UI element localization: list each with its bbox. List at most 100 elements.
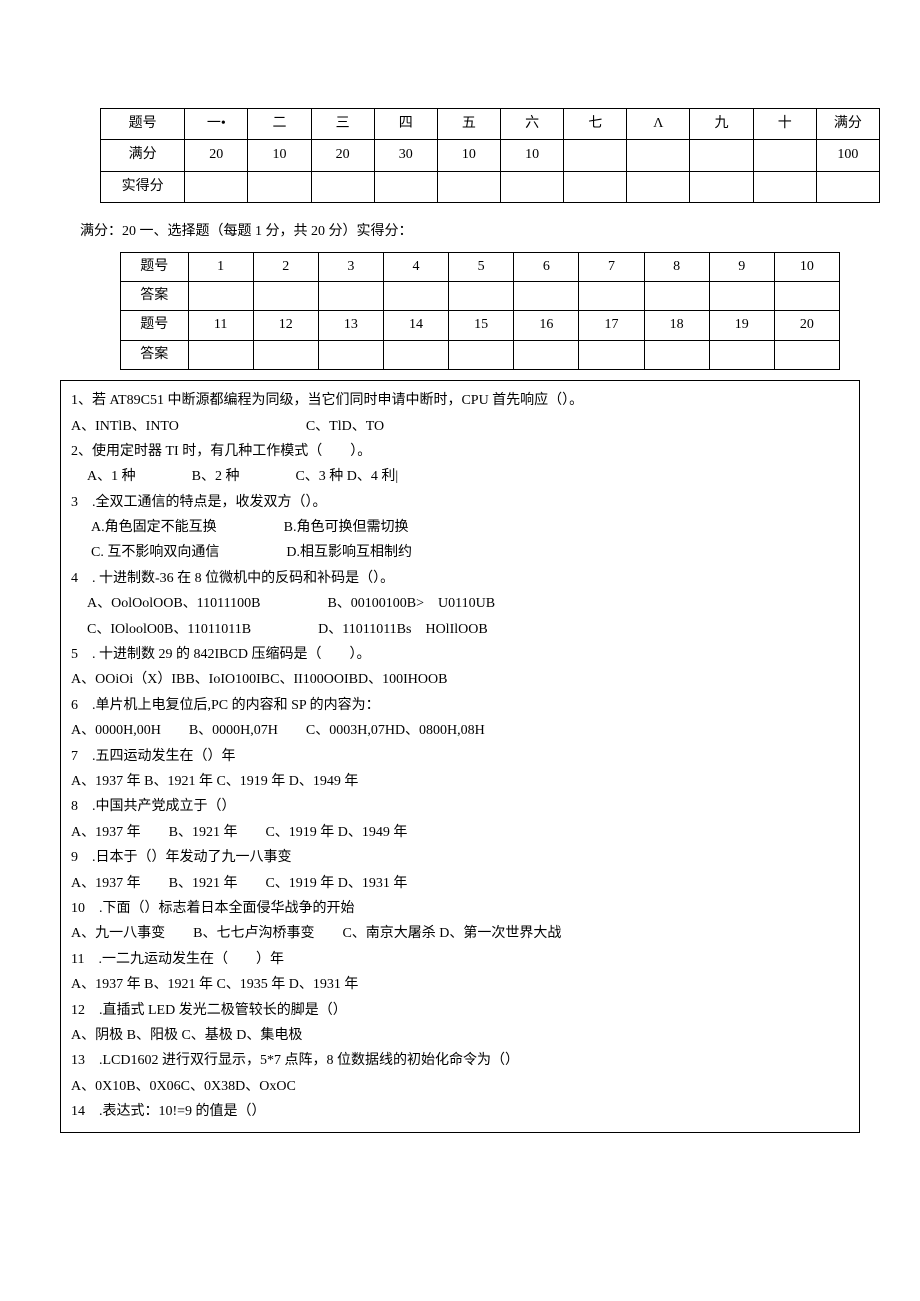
question-12-options: A、阴极 B、阳极 C、基极 D、集电极 [71,1025,849,1047]
question-3: 3 .全双工通信的特点是，收发双方（）。 [71,492,849,514]
question-10: 10 .下面（）标志着日本全面侵华战争的开始 [71,898,849,920]
cell [579,340,644,369]
cell [627,171,690,202]
questions-block: 1、若 AT89C51 中断源都编程为同级，当它们同时申请中断时，CPU 首先响… [60,380,860,1133]
cell: 满分 [101,140,185,171]
cell [383,281,448,310]
cell [383,340,448,369]
cell: 答案 [121,340,189,369]
cell [564,171,627,202]
opt-d: D.相互影响互相制约 [286,545,412,560]
opt-c: C、TlD、TO [306,419,384,434]
cell [774,340,839,369]
cell: 100 [816,140,879,171]
question-7-options: A、1937 年 B、1921 年 C、1919 年 D、1949 年 [71,771,849,793]
cell [318,340,383,369]
cell: 20 [185,140,248,171]
question-6: 6 .单片机上电复位后,PC 的内容和 SP 的内容为： [71,695,849,717]
cell [248,171,311,202]
question-6-options: A、0000H,00H B、0000H,07H C、0003H,07HD、080… [71,720,849,742]
cell [564,140,627,171]
cell: 九 [690,109,753,140]
question-2-options: A、1 种 B、2 种 C、3 种 D、4 利| [71,466,849,488]
question-5: 5 . 十进制数 29 的 842IBCD 压缩码是（ ）。 [71,644,849,666]
cell [449,340,514,369]
cell: 14 [383,311,448,340]
cell: 19 [709,311,774,340]
cell: 满分 [816,109,879,140]
question-10-options: A、九一八事变 B、七七卢沟桥事变 C、南京大屠杀 D、第一次世界大战 [71,923,849,945]
opt-a: A、INTlB、INTO [71,419,179,434]
cell: 13 [318,311,383,340]
cell [253,281,318,310]
cell [188,281,253,310]
cell [753,140,816,171]
section-1-header: 满分：20 一、选择题（每题 1 分，共 20 分）实得分： [80,221,860,243]
cell: 10 [500,140,563,171]
cell: 30 [374,140,437,171]
question-12: 12 .直插式 LED 发光二极管较长的脚是（） [71,1000,849,1022]
cell: 1 [188,252,253,281]
cell [449,281,514,310]
cell: 题号 [101,109,185,140]
question-9-options: A、1937 年 B、1921 年 C、1919 年 D、1931 年 [71,873,849,895]
cell: 四 [374,109,437,140]
cell [311,171,374,202]
cell: 实得分 [101,171,185,202]
question-13-options: A、0X10B、0X06C、0X38D、OxOC [71,1076,849,1098]
cell: 11 [188,311,253,340]
cell [816,171,879,202]
cell: 5 [449,252,514,281]
score-table: 题号 一• 二 三 四 五 六 七 Λ 九 十 满分 满分 20 10 20 3… [100,108,880,203]
cell: 题号 [121,252,189,281]
cell: 题号 [121,311,189,340]
answer-table: 题号 1 2 3 4 5 6 7 8 9 10 答案 题号 11 12 13 1… [120,252,840,371]
cell: 六 [500,109,563,140]
cell [753,171,816,202]
question-14: 14 .表达式：10!=9 的值是（） [71,1101,849,1123]
question-8: 8 .中国共产党成立于（） [71,796,849,818]
question-1: 1、若 AT89C51 中断源都编程为同级，当它们同时申请中断时，CPU 首先响… [71,390,849,412]
cell [500,171,563,202]
answer-row-2a: 答案 [121,340,840,369]
cell [253,340,318,369]
cell [185,171,248,202]
opt-b: B、00100100B> U0110UB [327,596,495,611]
cell: 二 [248,109,311,140]
question-3-options-1: A.角色固定不能互换 B.角色可换但需切换 [71,517,849,539]
cell: 7 [579,252,644,281]
cell: 三 [311,109,374,140]
opt-d: D、11011011Bs HOlIlOOB [318,622,488,637]
cell: 一• [185,109,248,140]
cell: 10 [774,252,839,281]
cell [690,171,753,202]
cell: 答案 [121,281,189,310]
cell [374,171,437,202]
score-row-actual: 实得分 [101,171,880,202]
question-5-options: A、OOiOi（X）IBB、IoIO100IBC、II100OOIBD、100I… [71,669,849,691]
cell: 十 [753,109,816,140]
cell: 16 [514,311,579,340]
cell: 4 [383,252,448,281]
question-4-options-1: A、OolOolOOB、11011100B B、00100100B> U0110… [71,593,849,615]
cell [709,340,774,369]
cell: 3 [318,252,383,281]
cell: 15 [449,311,514,340]
cell: Λ [627,109,690,140]
cell [514,281,579,310]
cell: 五 [437,109,500,140]
question-4-options-2: C、IOloolO0B、11011011B D、11011011Bs HOlIl… [71,619,849,641]
question-2: 2、使用定时器 TI 时，有几种工作模式（ ）。 [71,441,849,463]
opt-c: C、IOloolO0B、11011011B [87,622,251,637]
cell [709,281,774,310]
answer-row-1h: 题号 1 2 3 4 5 6 7 8 9 10 [121,252,840,281]
cell [318,281,383,310]
answer-row-1a: 答案 [121,281,840,310]
cell: 17 [579,311,644,340]
question-8-options: A、1937 年 B、1921 年 C、1919 年 D、1949 年 [71,822,849,844]
cell: 20 [311,140,374,171]
cell [644,281,709,310]
cell [774,281,839,310]
cell [627,140,690,171]
opt-a: A.角色固定不能互换 [91,520,217,535]
